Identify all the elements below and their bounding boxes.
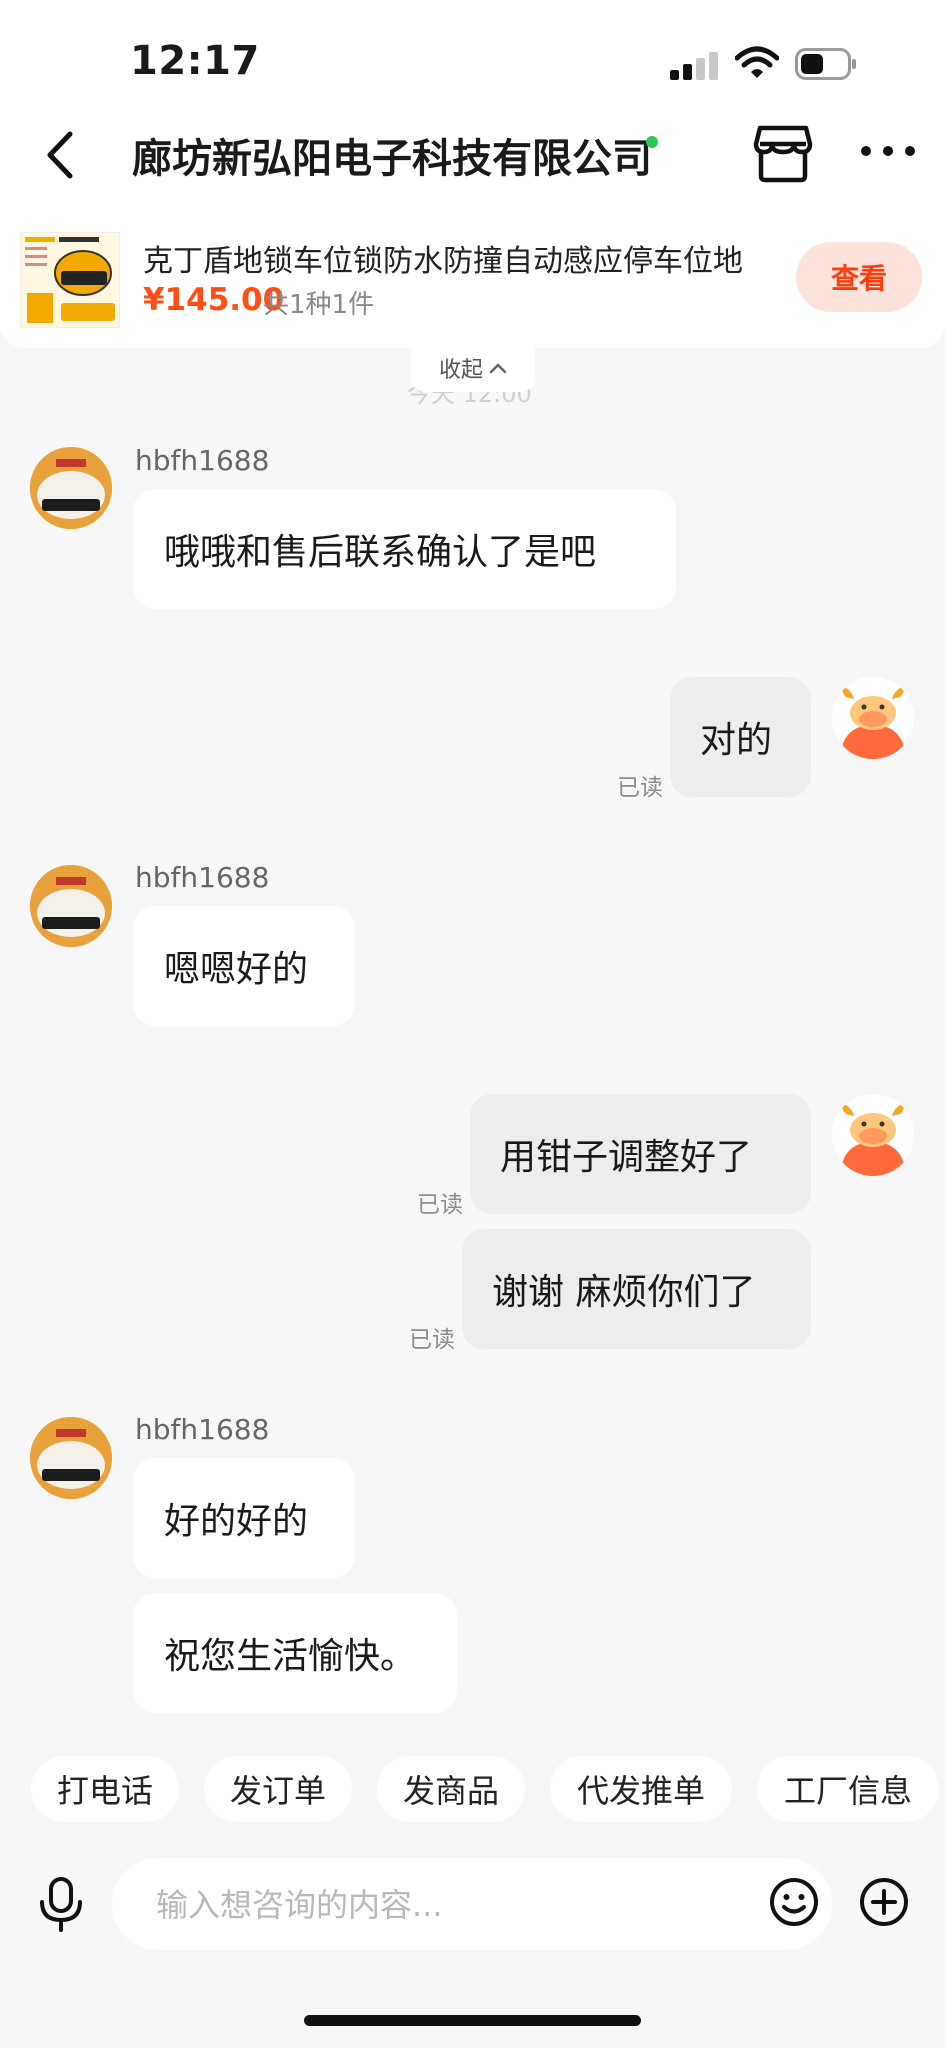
sender-name: hbfh1688	[135, 444, 270, 477]
battery-icon	[795, 48, 856, 80]
emoji-icon[interactable]	[768, 1876, 820, 1928]
status-time: 12:17	[130, 38, 260, 84]
microphone-icon[interactable]	[36, 1876, 86, 1932]
product-quantity: 共1种1件	[263, 290, 375, 320]
read-receipt: 已读	[409, 1327, 455, 1353]
read-receipt: 已读	[617, 775, 663, 801]
page-title[interactable]: 廊坊新弘阳电子科技有限公司	[132, 126, 652, 184]
online-status-dot	[646, 136, 658, 148]
product-thumbnail[interactable]	[20, 232, 120, 328]
view-product-button[interactable]: 查看	[796, 242, 922, 312]
quick-action-send-order[interactable]: 发订单	[204, 1756, 352, 1822]
message-bubble-incoming[interactable]: 祝您生活愉快。	[133, 1593, 457, 1713]
message-bubble-outgoing[interactable]: 用钳子调整好了	[470, 1094, 811, 1214]
home-indicator	[304, 2015, 641, 2026]
wifi-icon	[735, 46, 779, 78]
seller-avatar[interactable]	[30, 447, 112, 529]
collapse-label: 收起	[438, 358, 483, 383]
message-bubble-incoming[interactable]: 嗯嗯好的	[133, 906, 355, 1026]
message-bubble-outgoing[interactable]: 谢谢 麻烦你们了	[462, 1229, 811, 1349]
quick-action-send-product[interactable]: 发商品	[377, 1756, 525, 1822]
user-avatar[interactable]	[832, 677, 914, 759]
collapse-button[interactable]: 收起	[411, 344, 535, 392]
product-title[interactable]: 克丁盾地锁车位锁防水防撞自动感应停车位地	[143, 236, 763, 280]
message-bubble-incoming[interactable]: 哦哦和售后联系确认了是吧	[133, 489, 676, 609]
plus-icon[interactable]	[858, 1876, 910, 1928]
quick-action-factory-info[interactable]: 工厂信息	[757, 1756, 939, 1822]
read-receipt: 已读	[417, 1192, 463, 1218]
seller-avatar[interactable]	[30, 1417, 112, 1499]
quick-action-dropship[interactable]: 代发推单	[550, 1756, 732, 1822]
sender-name: hbfh1688	[135, 1413, 270, 1446]
message-bubble-outgoing[interactable]: 对的	[670, 677, 811, 797]
quick-action-call[interactable]: 打电话	[31, 1756, 179, 1822]
chevron-up-icon	[489, 363, 507, 374]
shop-icon[interactable]	[752, 122, 814, 184]
message-input[interactable]	[156, 1880, 736, 1930]
seller-avatar[interactable]	[30, 865, 112, 947]
message-bubble-incoming[interactable]: 好的好的	[133, 1458, 355, 1578]
cellular-signal-icon	[670, 52, 722, 80]
back-button[interactable]	[30, 120, 90, 190]
chevron-left-icon	[47, 131, 73, 179]
sender-name: hbfh1688	[135, 861, 270, 894]
more-icon[interactable]	[858, 136, 918, 166]
user-avatar[interactable]	[832, 1094, 914, 1176]
